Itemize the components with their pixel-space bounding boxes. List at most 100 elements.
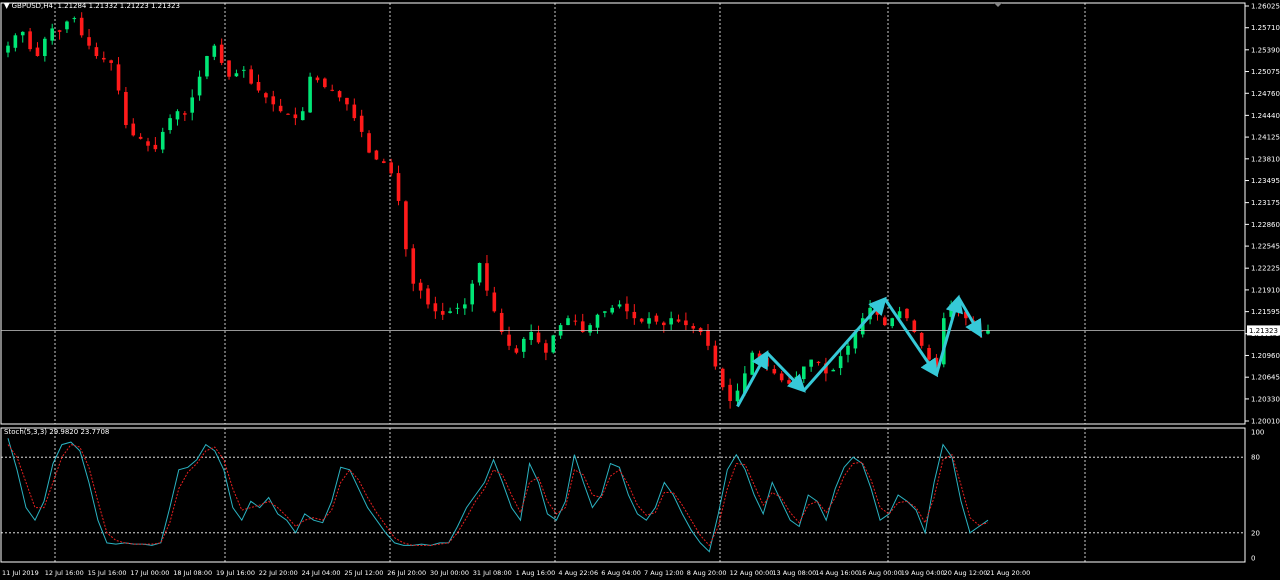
x-tick-label: 12 Aug 00:00 — [730, 569, 774, 577]
candle-body — [183, 113, 187, 115]
y-tick-label: 1.20010 — [1251, 418, 1280, 426]
candle-body — [551, 335, 556, 353]
candle-body — [256, 82, 261, 91]
candle-body — [603, 311, 607, 313]
candle-body — [249, 69, 253, 84]
candle-body — [477, 263, 482, 283]
candle-body — [315, 77, 320, 81]
candle-body — [72, 18, 77, 20]
y-tick-label: 1.23810 — [1251, 155, 1280, 163]
x-tick-label: 21 Aug 20:00 — [986, 569, 1030, 577]
candle-body — [632, 311, 637, 319]
candle-body — [418, 282, 423, 291]
candle-body — [404, 201, 408, 250]
candle-body — [234, 73, 239, 77]
y-tick-label: 1.22225 — [1251, 265, 1280, 273]
candle-body — [779, 373, 784, 381]
stoch-tick-label: 100 — [1251, 429, 1264, 437]
y-tick-label: 1.22545 — [1251, 243, 1280, 251]
zigzag-arrow — [765, 351, 806, 393]
candle-body — [433, 303, 438, 312]
stoch-tick-label: 80 — [1251, 454, 1260, 462]
x-tick-label: 8 Aug 20:00 — [687, 569, 727, 577]
candle-body — [470, 283, 475, 305]
x-tick-label: 17 Jul 00:00 — [130, 569, 169, 577]
stoch-tick-label: 20 — [1251, 529, 1260, 537]
candle-body — [610, 307, 615, 313]
x-tick-label: 4 Aug 22:06 — [558, 569, 598, 577]
x-tick-label: 7 Aug 12:00 — [644, 569, 684, 577]
candle-body — [323, 78, 327, 88]
candle-body — [109, 60, 113, 63]
candle-body — [197, 76, 202, 96]
candle-body — [536, 332, 541, 343]
candle-body — [352, 104, 357, 119]
candle-body — [521, 338, 526, 352]
candle-body — [492, 292, 497, 312]
candle-body — [35, 47, 40, 57]
x-tick-label: 24 Jul 04:00 — [302, 569, 341, 577]
zigzag-arrow — [802, 296, 887, 392]
x-tick-label: 26 Jul 20:00 — [387, 569, 426, 577]
candle-body — [639, 318, 644, 322]
x-tick-label: 20 Aug 12:00 — [944, 569, 988, 577]
candle-body — [735, 390, 740, 402]
y-tick-label: 1.20330 — [1251, 395, 1280, 403]
candle-body — [101, 57, 106, 60]
x-tick-label: 15 Jul 16:00 — [88, 569, 127, 577]
candle-body — [6, 45, 10, 53]
candle-body — [838, 356, 843, 369]
stoch-values: 29.9820 23.7708 — [49, 428, 110, 436]
candle-body — [986, 330, 990, 334]
zigzag-arrow — [883, 298, 939, 378]
candle-body — [573, 320, 578, 322]
x-tick-label: 14 Aug 16:00 — [815, 569, 859, 577]
candle-body — [544, 343, 548, 353]
y-tick-label: 1.22860 — [1251, 221, 1280, 229]
candle-body — [757, 353, 762, 360]
candle-body — [396, 173, 401, 201]
candle-body — [499, 312, 504, 332]
candle-body — [831, 369, 836, 372]
candle-body — [79, 17, 84, 36]
candle-body — [448, 311, 452, 313]
candle-body — [684, 320, 688, 326]
x-tick-label: 19 Aug 04:00 — [901, 569, 945, 577]
candle-body — [116, 64, 121, 91]
candle-body — [359, 115, 364, 132]
candle-body — [175, 111, 180, 120]
price-chart-svg[interactable]: 1.26025 1.25710 1.25390 1.25075 1.24760 1.244… — [0, 0, 1280, 580]
candle-body — [654, 315, 659, 322]
y-tick-label: 1.21910 — [1251, 286, 1280, 294]
y-tick-label: 1.24440 — [1251, 112, 1280, 120]
candle-body — [13, 35, 18, 48]
candle-body — [124, 91, 128, 126]
chart-title: ▼ GBPUSD,H4 1.21284 1.21332 1.21223 1.21… — [4, 2, 180, 10]
y-tick-label: 1.25390 — [1251, 46, 1280, 54]
price-panel-frame — [0, 2, 1246, 425]
candle-body — [455, 307, 460, 309]
candle-body — [905, 308, 909, 319]
candle-body — [271, 96, 276, 105]
candle-body — [300, 111, 305, 121]
chart-menu-icon[interactable]: ▼ — [4, 2, 9, 10]
candle-body — [676, 319, 681, 322]
candle-body — [286, 113, 290, 115]
stoch-tick-label: 0 — [1251, 555, 1255, 563]
x-tick-label: 30 Jul 00:00 — [430, 569, 469, 577]
candle-body — [345, 97, 349, 105]
y-tick-label: 1.26025 — [1251, 3, 1280, 11]
candle-body — [765, 357, 769, 367]
y-tick-label: 1.24760 — [1251, 90, 1280, 98]
candle-body — [801, 366, 806, 380]
stoch-panel-frame — [0, 427, 1246, 563]
candle-body — [927, 347, 931, 360]
candle-body — [293, 114, 298, 119]
candle-body — [138, 136, 143, 139]
candle-body — [168, 118, 172, 131]
x-tick-label: 16 Aug 00:00 — [858, 569, 902, 577]
candle-body — [617, 304, 622, 307]
ohlc-label: 1.21284 1.21332 1.21223 1.21323 — [57, 2, 180, 10]
x-tick-label: 19 Jul 16:00 — [216, 569, 255, 577]
candle-body — [94, 47, 99, 57]
